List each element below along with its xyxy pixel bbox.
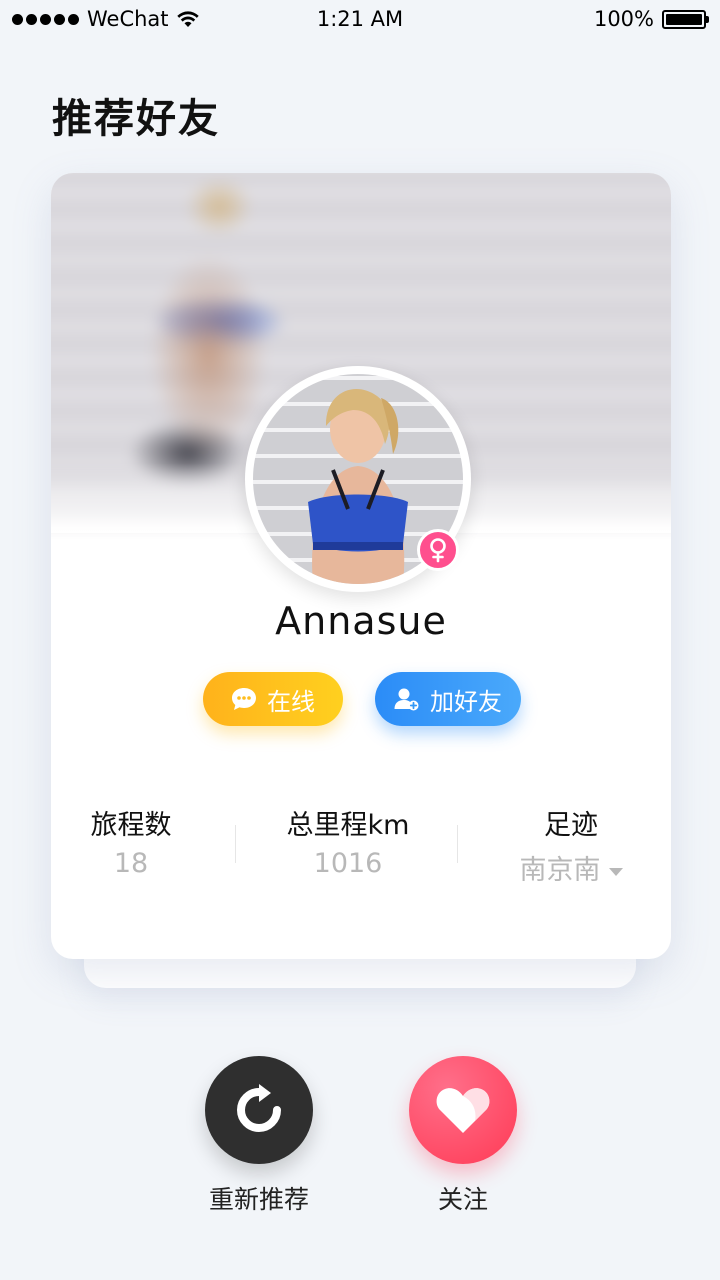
refresh-label: 重新推荐 bbox=[208, 1185, 309, 1214]
add-friend-button[interactable]: 加好友 bbox=[375, 672, 521, 726]
divider bbox=[235, 825, 236, 863]
online-label: 在线 bbox=[267, 687, 315, 716]
page-title: 推荐好友 bbox=[52, 96, 220, 142]
refresh-icon bbox=[237, 1084, 281, 1132]
follow-button[interactable] bbox=[409, 1056, 517, 1164]
follow-label: 关注 bbox=[437, 1185, 488, 1214]
stat-trips-value: 18 bbox=[113, 848, 149, 879]
stat-mileage-value: 1016 bbox=[313, 848, 383, 879]
stat-mileage: 总里程km 1016 bbox=[249, 803, 447, 879]
footprint-dropdown[interactable]: 南京南 bbox=[491, 848, 651, 887]
add-friend-label: 加好友 bbox=[430, 687, 502, 716]
battery-percent: 100% bbox=[593, 7, 654, 31]
chat-bubble-icon bbox=[232, 688, 256, 710]
username: Annasue bbox=[275, 599, 447, 643]
status-right: 100% bbox=[593, 7, 709, 31]
add-user-icon bbox=[394, 688, 419, 711]
follow-action[interactable]: 关注 bbox=[409, 1056, 517, 1214]
stat-footprint-label: 足迹 bbox=[544, 810, 598, 841]
stat-footprint-value: 南京南 bbox=[519, 855, 601, 886]
refresh-button[interactable] bbox=[205, 1056, 313, 1164]
stat-trips: 旅程数 18 bbox=[51, 803, 211, 879]
female-icon bbox=[417, 529, 459, 571]
battery-icon bbox=[662, 9, 709, 29]
stats-row: 旅程数 18 总里程km 1016 足迹 南京南 bbox=[51, 803, 671, 886]
divider bbox=[457, 825, 458, 863]
profile-card[interactable]: Annasue 在线 加好友 旅程数 18 总里程km 1016 足迹 南京南 bbox=[51, 173, 671, 959]
stat-trips-label: 旅程数 bbox=[90, 810, 172, 841]
stat-footprint[interactable]: 足迹 南京南 bbox=[491, 803, 651, 887]
heart-icon bbox=[436, 1088, 490, 1133]
online-status-button[interactable]: 在线 bbox=[203, 672, 343, 726]
refresh-action[interactable]: 重新推荐 bbox=[205, 1056, 313, 1214]
stat-mileage-label: 总里程km bbox=[286, 810, 410, 841]
caret-down-icon bbox=[608, 867, 623, 876]
status-bar: WeChat 1:21 AM 100% bbox=[0, 0, 720, 40]
